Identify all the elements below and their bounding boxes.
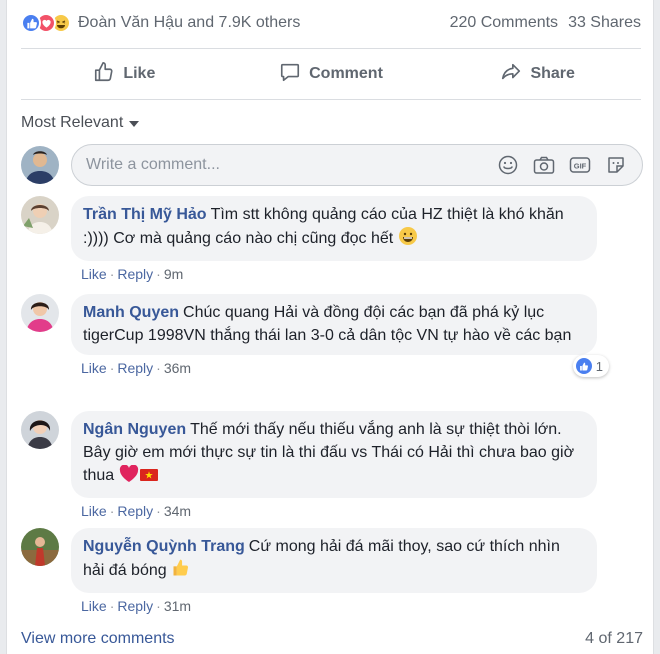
comment-meta: Like · Reply · 34m	[81, 503, 192, 519]
camera-icon[interactable]	[532, 153, 556, 177]
comment-input[interactable]	[86, 156, 496, 174]
comment-bubble: Nguyễn Quỳnh Trang Cứ mong hải đá mãi tho…	[71, 528, 597, 593]
reaction-icons[interactable]	[21, 13, 71, 33]
commenter-avatar[interactable]	[21, 294, 59, 332]
reactors-text[interactable]: Đoàn Văn Hậu and 7.9K others	[78, 14, 300, 32]
comment-item: Nguyễn Quỳnh Trang Cứ mong hải đá mãi tho…	[21, 528, 643, 614]
comment-time[interactable]: 36m	[164, 360, 191, 376]
like-reaction-icon	[575, 358, 592, 374]
comment-item: Trần Thị Mỹ Hảo Tìm stt không quảng cáo c…	[21, 196, 643, 282]
comment-reply-link[interactable]: Reply	[117, 503, 153, 519]
comment-meta: Like · Reply · 31m	[81, 598, 192, 614]
comment-reply-link[interactable]: Reply	[117, 360, 153, 376]
shares-count[interactable]: 33 Shares	[568, 14, 641, 32]
comment-reply-link[interactable]: Reply	[117, 598, 153, 614]
action-bar: Like Comment Share	[21, 48, 641, 100]
gif-icon[interactable]: GIF	[568, 153, 592, 177]
comment-time[interactable]: 31m	[164, 598, 191, 614]
reaction-summary: Đoàn Văn Hậu and 7.9K others 220 Comment…	[21, 10, 641, 36]
comment-meta: Like · Reply · 9m	[81, 266, 184, 282]
comment-input-box[interactable]: GIF	[71, 144, 643, 186]
comment-author[interactable]: Ngân Nguyen	[83, 421, 186, 438]
comment-item: Manh Quyen Chúc quang Hải và đồng đội các…	[21, 294, 643, 377]
comment-author[interactable]: Trần Thị Mỹ Hảo	[83, 206, 207, 223]
sticker-icon[interactable]	[604, 153, 628, 177]
share-button-label: Share	[530, 65, 575, 82]
comment-item: Ngân Nguyen Thế mới thấy nếu thiếu vắng a…	[21, 411, 643, 519]
share-button[interactable]: Share	[434, 49, 641, 99]
comment-bubble: Manh Quyen Chúc quang Hải và đồng đội các…	[71, 294, 609, 377]
comments-count[interactable]: 220 Comments	[450, 14, 559, 32]
comment-button[interactable]: Comment	[228, 49, 435, 99]
comments-pagination-count: 4 of 217	[585, 630, 643, 647]
speech-bubble-icon	[279, 61, 301, 88]
commenter-avatar[interactable]	[21, 196, 59, 234]
comment-like-link[interactable]: Like	[81, 503, 107, 519]
commenter-avatar[interactable]	[21, 411, 59, 449]
current-user-avatar[interactable]	[21, 146, 59, 184]
comment-composer: GIF	[21, 144, 643, 186]
caret-down-icon	[129, 121, 140, 127]
like-button[interactable]: Like	[21, 49, 228, 99]
like-reaction-icon	[21, 13, 41, 33]
reaction-count: 1	[595, 358, 603, 374]
comment-button-label: Comment	[309, 65, 383, 82]
comment-meta: Like · Reply · 36m	[81, 360, 192, 376]
grinning-emoji-icon	[398, 226, 418, 253]
comment-bubble: Ngân Nguyen Thế mới thấy nếu thiếu vắng a…	[71, 411, 597, 498]
comment-reply-link[interactable]: Reply	[117, 266, 153, 282]
post-card: Đoàn Văn Hậu and 7.9K others 220 Comment…	[6, 0, 654, 654]
comment-reaction-badge[interactable]: 1	[572, 355, 609, 377]
comment-bubble: Trần Thị Mỹ Hảo Tìm stt không quảng cáo c…	[71, 196, 597, 261]
vietnam-flag-emoji-icon	[139, 467, 159, 490]
share-arrow-icon	[500, 61, 522, 88]
comment-author[interactable]: Nguyễn Quỳnh Trang	[83, 538, 245, 555]
thumbs-up-emoji-icon	[171, 558, 191, 585]
red-heart-emoji-icon	[119, 464, 139, 490]
thumbs-up-icon	[93, 61, 115, 88]
comment-sort-dropdown[interactable]: Most Relevant	[21, 114, 140, 132]
emoji-smile-icon[interactable]	[496, 153, 520, 177]
comments-footer: View more comments 4 of 217	[21, 630, 643, 648]
commenter-avatar[interactable]	[21, 528, 59, 566]
comment-time[interactable]: 34m	[164, 503, 191, 519]
sort-label: Most Relevant	[21, 114, 124, 131]
comment-like-link[interactable]: Like	[81, 360, 107, 376]
svg-text:GIF: GIF	[574, 162, 587, 171]
comment-author[interactable]: Manh Quyen	[83, 304, 179, 321]
comment-like-link[interactable]: Like	[81, 266, 107, 282]
comment-like-link[interactable]: Like	[81, 598, 107, 614]
comment-time[interactable]: 9m	[164, 266, 183, 282]
like-button-label: Like	[123, 65, 156, 82]
view-more-comments-link[interactable]: View more comments	[21, 630, 175, 648]
